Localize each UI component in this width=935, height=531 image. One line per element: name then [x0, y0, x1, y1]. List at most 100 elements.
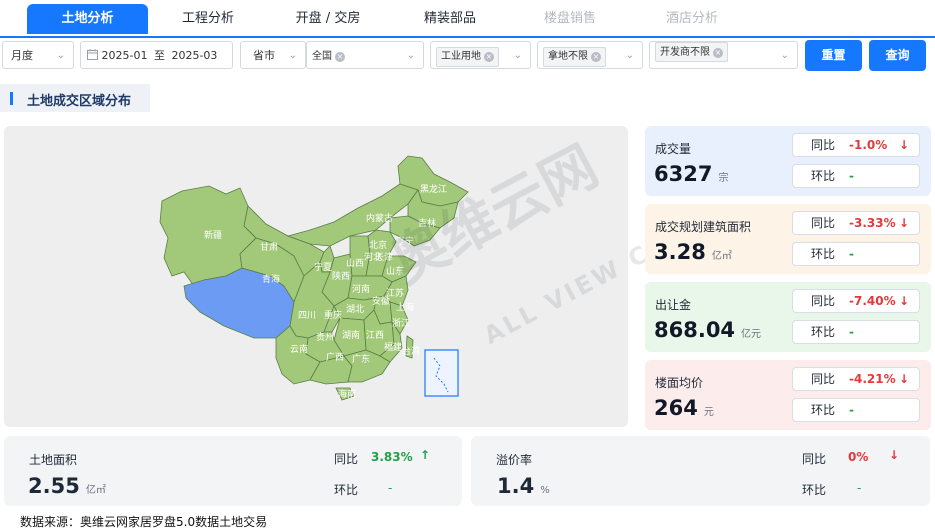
date-range-picker[interactable]: 2025-01 至 2025-03 — [80, 41, 233, 69]
tab-fine-decoration[interactable]: 精装部品 — [394, 4, 506, 34]
query-button[interactable]: 查询 — [869, 40, 926, 71]
tab-opening-delivery[interactable]: 开盘 / 交房 — [272, 4, 384, 34]
region-select[interactable]: 全国 × ⌄ — [306, 41, 424, 69]
province-label-fujian: 福建 — [384, 341, 402, 353]
province-label-guangxi: 广西 — [326, 351, 344, 363]
tab-property-sales[interactable]: 楼盘销售 — [514, 4, 626, 34]
arrow-down-icon: ↓ — [899, 138, 910, 152]
arrow-down-icon: ↓ — [899, 216, 910, 230]
region-level-value: 省市 — [253, 49, 275, 62]
close-icon[interactable]: × — [335, 52, 345, 62]
tab-land-analysis[interactable]: 土地分析 — [27, 4, 148, 34]
province-label-jilin: 吉林 — [418, 217, 436, 229]
province-label-hainan: 海南 — [338, 388, 356, 400]
region-tag-label: 全国 — [312, 51, 332, 62]
province-label-liaoning: 辽宁 — [396, 235, 414, 247]
province-label-shanxi: 山西 — [346, 258, 364, 269]
chevron-down-icon: ⌄ — [56, 50, 65, 61]
acquirer-select[interactable]: 拿地不限 × ⌄ — [537, 41, 643, 69]
province-label-anhui: 安徽 — [372, 295, 390, 307]
province-label-henan: 河南 — [352, 283, 370, 295]
province-label-hunan: 湖南 — [342, 329, 360, 341]
yoy-badge: 同比 -7.40% ↓ — [792, 289, 920, 313]
land-use-select[interactable]: 工业用地 × ⌄ — [430, 41, 531, 69]
province-label-qinghai: 青海 — [262, 273, 280, 285]
province-label-sichuan: 四川 — [298, 311, 316, 321]
date-start: 2025-01 — [101, 49, 148, 62]
province-label-shaanxi: 陕西 — [332, 270, 350, 282]
data-source-note: 数据来源：奥维云网家居罗盘5.0数据土地交易 — [20, 515, 268, 529]
chevron-down-icon: ⌄ — [625, 50, 634, 61]
chevron-down-icon: ⌄ — [513, 50, 522, 61]
yoy-label: 同比 — [334, 452, 359, 466]
tab-engineering-analysis[interactable]: 工程分析 — [152, 4, 264, 34]
yoy-value: 3.83% — [371, 450, 413, 464]
stat-label: 土地面积 — [29, 453, 78, 467]
region-tag: 全国 × — [312, 48, 345, 66]
stat-label: 成交规划建筑面积 — [655, 220, 752, 234]
province-label-beijing: 北京 — [369, 239, 387, 251]
close-icon[interactable]: × — [713, 48, 723, 58]
province-label-taiwan: 台湾 — [402, 345, 420, 357]
stat-card-floor-price: 楼面均价 264 元 同比 -4.21% ↓ 环比 - — [645, 360, 931, 430]
yoy-value: 0% — [848, 450, 869, 464]
close-icon[interactable]: × — [484, 52, 494, 62]
stat-value: 2.55 亿㎡ — [28, 474, 106, 498]
section-accent-bar — [10, 92, 13, 105]
mom-badge: 环比 - — [792, 164, 920, 188]
province-label-inner-mongolia: 内蒙古 — [366, 212, 393, 224]
stat-label: 出让金 — [655, 298, 692, 312]
province-label-shandong: 山东 — [386, 265, 404, 277]
land-use-tag: 工业用地 × — [436, 47, 499, 67]
mom-badge: 环比 - — [792, 242, 920, 266]
stat-card-land-area: 土地面积 2.55 亿㎡ 同比 3.83% ↑ 环比 - — [4, 436, 462, 506]
stat-label: 成交量 — [655, 142, 692, 156]
region-level-select[interactable]: 省市 ⌄ — [240, 41, 306, 69]
stat-card-premium-rate: 溢价率 1.4% 同比 0% ↓ 环比 - — [471, 436, 930, 506]
stat-value: 1.4% — [497, 474, 550, 498]
province-label-gansu: 甘肃 — [260, 241, 278, 253]
arrow-down-icon: ↓ — [889, 448, 900, 462]
section-title: 土地成交区域分布 — [27, 94, 132, 109]
province-label-ningxia: 宁夏 — [314, 261, 332, 273]
province-label-xinjiang: 新疆 — [204, 229, 222, 241]
province-label-shanghai: 上海 — [396, 301, 414, 313]
province-label-chongqing: 重庆 — [324, 309, 342, 321]
province-label-zhejiang: 浙江 — [392, 317, 410, 329]
close-icon[interactable]: × — [591, 52, 601, 62]
tab-hotel-analysis[interactable]: 酒店分析 — [636, 4, 748, 34]
stat-card-building-area: 成交规划建筑面积 3.28 亿㎡ 同比 -3.33% ↓ 环比 - — [645, 204, 931, 274]
calendar-icon — [87, 49, 98, 60]
yoy-badge: 同比 -3.33% ↓ — [792, 211, 920, 235]
stat-value: 868.04 亿元 — [654, 318, 762, 342]
stat-value: 6327 宗 — [654, 162, 729, 186]
arrow-down-icon: ↓ — [899, 294, 910, 308]
china-map: 新疆 甘肃 青海 内蒙古 黑龙江 吉林 辽宁 北京 天津 宁夏 山西 河北 陕西… — [159, 155, 469, 401]
province-label-hebei: 河北 — [364, 251, 382, 263]
stat-label: 溢价率 — [496, 453, 533, 467]
mom-label: 环比 — [334, 483, 359, 497]
mom-value: - — [388, 481, 393, 495]
province-label-guizhou: 贵州 — [316, 331, 334, 343]
developer-tag: 开发商不限 × — [655, 42, 728, 62]
developer-select[interactable]: 开发商不限 × ⌄ — [649, 41, 798, 69]
date-separator: 至 — [153, 49, 165, 62]
date-end: 2025-03 — [171, 49, 218, 62]
reset-button[interactable]: 重置 — [805, 40, 862, 71]
stat-value: 264 元 — [654, 396, 714, 420]
mom-badge: 环比 - — [792, 320, 920, 344]
stat-card-transfer-fee: 出让金 868.04 亿元 同比 -7.40% ↓ 环比 - — [645, 282, 931, 352]
yoy-badge: 同比 -1.0% ↓ — [792, 133, 920, 157]
period-select[interactable]: 月度 ⌄ — [2, 41, 74, 69]
south-china-sea-inset — [424, 349, 459, 397]
developer-tag-label: 开发商不限 — [660, 47, 710, 58]
stat-value: 3.28 亿㎡ — [654, 240, 732, 264]
tab-bar: 土地分析 工程分析 开盘 / 交房 精装部品 楼盘销售 酒店分析 — [0, 0, 935, 38]
stat-label: 楼面均价 — [655, 376, 704, 390]
province-label-hubei: 湖北 — [346, 304, 364, 315]
arrow-up-icon: ↑ — [420, 448, 431, 462]
stat-card-deal-volume: 成交量 6327 宗 同比 -1.0% ↓ 环比 - — [645, 126, 931, 196]
period-value: 月度 — [11, 49, 33, 62]
province-label-guangdong: 广东 — [352, 353, 370, 365]
province-label-jiangxi: 江西 — [366, 330, 384, 341]
